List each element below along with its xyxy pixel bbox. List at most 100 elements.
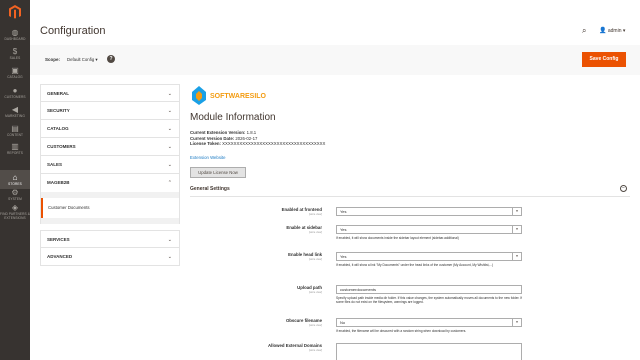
field-label-text: Obscure filename (285, 318, 322, 323)
sidebar-item-label: CUSTOMERS (4, 95, 26, 99)
field-label-text: Upload path (297, 285, 322, 290)
chevron-up-icon: ⌃ (167, 180, 172, 186)
sidebar-item-label: DASHBOARD (4, 37, 26, 41)
allowed-domains-textarea[interactable] (336, 343, 522, 360)
gear-icon: ⚙ (11, 188, 19, 197)
dropdown-arrow-icon: ▾ (512, 226, 521, 233)
tab-label: SECURITY (47, 108, 70, 113)
sidebar-item-customers[interactable]: ● CUSTOMERS (0, 86, 30, 99)
sidebar-item-label: FIND PARTNERS & EXTENSIONS (0, 212, 30, 220)
dashboard-icon: ◍ (11, 28, 19, 37)
dollar-icon: $ (12, 47, 18, 56)
field-label-text: Enable at sidebar (286, 225, 322, 230)
chevron-down-icon: ⌄ (167, 108, 172, 114)
field-value: Yes (340, 254, 347, 259)
chevron-down-icon: ⌄ (167, 254, 172, 260)
tab-label: GENERAL (47, 91, 70, 96)
cube-icon: ▣ (11, 66, 19, 75)
store-view-scope: [store view] (308, 258, 322, 261)
field-label: Obscure filename [store view] (286, 318, 322, 327)
field-note: Specify upload path inside media dir fol… (336, 296, 523, 304)
sidebar-item-marketing[interactable]: ◀ MARKETING (0, 105, 30, 118)
tab-mageb2b[interactable]: MAGEB2B ⌃ (40, 174, 180, 192)
divider (190, 196, 630, 197)
scope-bar: Scope: Default Config ▾ ? Save Config (30, 45, 640, 75)
admin-sidebar: ◍ DASHBOARD $ SALES ▣ CATALOG ● CUSTOMERS ◀ MARKE… (0, 0, 30, 360)
field-note: If enabled, it will show documents insid… (336, 236, 459, 240)
app-root: ◍ DASHBOARD $ SALES ▣ CATALOG ● CUSTOMERS ◀ MARKE… (0, 0, 640, 360)
extension-website-link[interactable]: Extension Website (190, 155, 226, 160)
tab-services[interactable]: SERVICES ⌄ (40, 230, 180, 248)
search-icon[interactable]: ⌕ (582, 26, 586, 36)
field-label: Allowed External Domains [store view] (268, 343, 322, 352)
sidebar-item-customer-documents[interactable]: Customer Documents (41, 198, 179, 218)
select-field[interactable]: No ▾ (336, 318, 522, 327)
sidebar-item-label: CONTENT (6, 133, 24, 137)
store-view-scope: [store view] (308, 291, 322, 294)
dropdown-arrow-icon: ▾ (512, 319, 521, 326)
chevron-down-icon: ⌄ (167, 237, 172, 243)
content-icon: ▤ (11, 124, 19, 133)
field-label: Enable head link [store view] (288, 252, 322, 261)
brand-name: SOFTWARESILO (210, 93, 267, 100)
select-field[interactable]: Yes ▾ (336, 252, 522, 261)
megaphone-icon: ◀ (11, 105, 19, 114)
magento-logo-icon[interactable] (7, 4, 23, 20)
field-note: If enabled, the filename will be obscure… (336, 329, 467, 333)
sidebar-item-label: SYSTEM (8, 197, 22, 201)
scope-switcher[interactable]: Default Config ▾ (67, 57, 98, 63)
tab-catalog[interactable]: CATALOG ⌄ (40, 120, 180, 138)
module-title: Module Information (190, 112, 276, 123)
field-value: Yes (340, 227, 347, 232)
text-input[interactable]: customerdocuments (336, 285, 522, 294)
scope-label: Scope: (45, 57, 61, 62)
save-config-button[interactable]: Save Config (582, 52, 626, 67)
tab-label: CATALOG (47, 126, 69, 131)
tab-security[interactable]: SECURITY ⌄ (40, 102, 180, 120)
field-value: No (340, 320, 346, 325)
help-icon[interactable]: ? (107, 55, 115, 63)
store-view-scope: [store view] (308, 231, 322, 234)
sidebar-item-sales[interactable]: $ SALES (0, 47, 30, 60)
field-value: customerdocuments (340, 287, 377, 292)
chevron-down-icon: ⌄ (167, 126, 172, 132)
tab-label: SERVICES (47, 237, 70, 242)
tab-label: MAGEB2B (47, 180, 70, 185)
collapse-icon[interactable]: − (620, 185, 627, 192)
select-field[interactable]: Yes ▾ (336, 225, 522, 234)
tab-label: ADVANCED (47, 254, 73, 259)
field-label-text: Allowed External Domains (268, 343, 322, 348)
user-name: admin ▾ (607, 28, 626, 34)
sidebar-item-find-partners-extensions[interactable]: ◈ FIND PARTNERS & EXTENSIONS (0, 203, 30, 220)
tab-label: CUSTOMERS (47, 144, 76, 149)
tab-advanced[interactable]: ADVANCED ⌄ (40, 248, 180, 266)
sidebar-item-label: CATALOG (7, 75, 23, 79)
field-value: Yes (340, 209, 347, 214)
select-field[interactable]: Yes ▾ (336, 207, 522, 216)
customers-icon: ● (12, 86, 18, 95)
sidebar-item-catalog[interactable]: ▣ CATALOG (0, 66, 30, 79)
sidebar-item-dashboard[interactable]: ◍ DASHBOARD (0, 28, 30, 41)
tab-customers[interactable]: CUSTOMERS ⌄ (40, 138, 180, 156)
dropdown-arrow-icon: ▾ (512, 253, 521, 260)
sidebar-item-reports[interactable]: ▥ REPORTS (0, 142, 30, 155)
tab-general[interactable]: GENERAL ⌄ (40, 84, 180, 102)
store-view-scope: [store view] (308, 349, 322, 352)
sidebar-item-stores[interactable]: ⌂ STORES (0, 170, 30, 189)
field-label: Upload path [store view] (297, 285, 322, 294)
tab-mageb2b-items: Customer Documents (40, 192, 180, 224)
user-menu[interactable]: 👤 admin ▾ (599, 27, 625, 34)
tab-sales[interactable]: SALES ⌄ (40, 156, 180, 174)
update-license-button[interactable]: Update License Now (190, 167, 246, 178)
sidebar-item-system[interactable]: ⚙ SYSTEM (0, 188, 30, 201)
stores-icon: ⌂ (12, 173, 18, 182)
chevron-down-icon: ⌄ (167, 144, 172, 150)
general-settings-title[interactable]: General Settings (190, 186, 230, 192)
token-line: License Token: XXXXXXXXXXXXXXXXXXXXXXXXX… (190, 141, 326, 146)
field-label: Enable at sidebar [store view] (286, 225, 322, 234)
sidebar-item-label: MARKETING (5, 114, 25, 118)
sidebar-item-content[interactable]: ▤ CONTENT (0, 124, 30, 137)
sidebar-item-label: STORES (8, 182, 22, 186)
puzzle-icon: ◈ (11, 203, 19, 212)
config-tabs: GENERAL ⌄ SECURITY ⌄ CATALOG ⌄ CUSTOMERS ⌄ S… (40, 84, 180, 266)
